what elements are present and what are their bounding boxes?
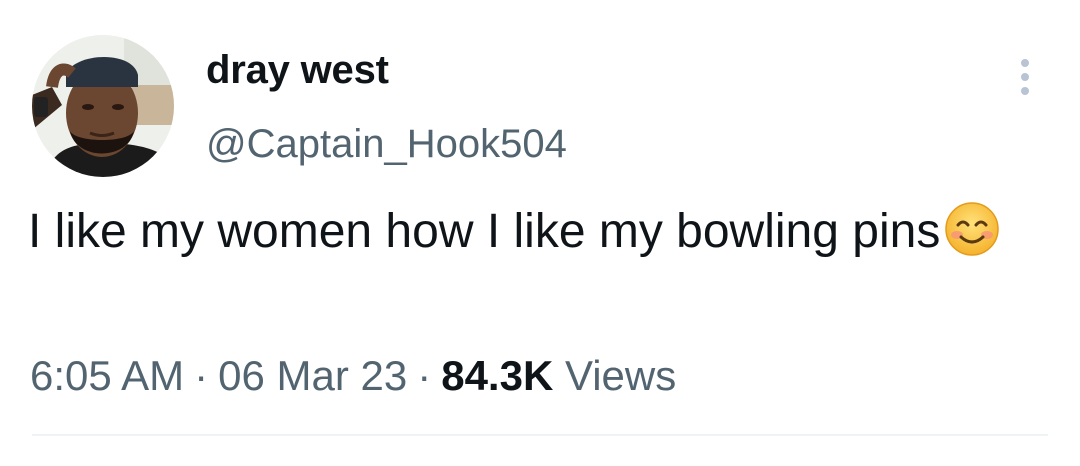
author-handle[interactable]: @Captain_Hook504 — [206, 122, 567, 167]
tweet-time[interactable]: 6:05 AM — [30, 352, 184, 399]
tweet-text: I like my women how I like my bowling pi… — [28, 196, 1028, 268]
meta-separator: · — [417, 352, 432, 399]
tweet-card: dray west @Captain_Hook504 I like my wom… — [0, 0, 1080, 466]
tweet-text-content: I like my women how I like my bowling pi… — [28, 205, 941, 258]
views-label: Views — [564, 352, 677, 399]
avatar-photo — [32, 35, 174, 177]
tweet-meta: 6:05 AM · 06 Mar 23 · 84.3K Views — [30, 352, 676, 400]
meta-separator: · — [194, 352, 209, 399]
author-display-name[interactable]: dray west — [206, 48, 389, 93]
views-count: 84.3K — [441, 352, 554, 399]
more-options-icon[interactable] — [1008, 55, 1044, 99]
divider — [32, 434, 1048, 436]
tweet-date[interactable]: 06 Mar 23 — [218, 352, 407, 399]
smiling-face-emoji-icon — [944, 201, 1000, 257]
avatar[interactable] — [32, 35, 174, 177]
